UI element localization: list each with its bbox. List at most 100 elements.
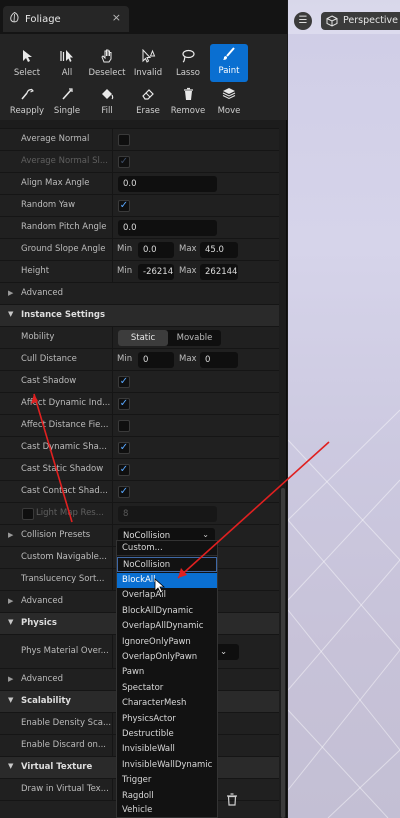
foliage-tab-icon xyxy=(9,11,20,26)
dropdown-option[interactable]: InvisibleWall xyxy=(117,742,217,757)
erase-icon xyxy=(140,84,156,104)
height-max-field[interactable]: 262144 xyxy=(200,264,238,280)
dropdown-option[interactable]: OverlapAllDynamic xyxy=(117,619,217,634)
select-arrow-icon xyxy=(21,46,33,66)
property-label: Translucency Sort... xyxy=(21,574,105,584)
row-light-map-res: Light Map Res... 8 xyxy=(0,502,279,525)
cast-contact-shadow-checkbox[interactable]: ✓ xyxy=(118,486,130,498)
dropdown-option[interactable]: Trigger xyxy=(117,773,217,788)
phys-material-combo-tail[interactable]: ⌄ xyxy=(215,644,239,660)
tool-label: Lasso xyxy=(175,68,200,78)
cull-min-field[interactable]: 0 xyxy=(138,352,174,368)
light-map-res-field[interactable]: 8 xyxy=(118,506,217,522)
affect-distance-checkbox[interactable] xyxy=(118,420,130,432)
dropdown-option[interactable]: CharacterMesh xyxy=(117,696,217,711)
tool-single[interactable]: Single xyxy=(48,84,86,120)
row-mobility: Mobility Static Movable xyxy=(0,326,279,349)
collision-presets-dropdown: Custom... NoCollision BlockAll OverlapAl… xyxy=(116,540,218,818)
trash-icon[interactable] xyxy=(226,793,238,809)
dropdown-option[interactable]: Spectator xyxy=(117,681,217,696)
chevron-down-icon: ⌄ xyxy=(202,530,209,539)
dropdown-option[interactable]: Ragdoll xyxy=(117,789,217,804)
light-map-override-checkbox[interactable] xyxy=(22,508,34,520)
dropdown-option[interactable]: Pawn xyxy=(117,665,217,680)
move-icon xyxy=(221,84,237,104)
tool-erase[interactable]: Erase xyxy=(129,84,167,120)
dropdown-option[interactable]: OverlapAll xyxy=(117,588,217,603)
random-yaw-checkbox[interactable]: ✓ xyxy=(118,200,130,212)
row-cast-static-shadow: Cast Static Shadow ✓ xyxy=(0,458,279,481)
scrollbar-thumb[interactable] xyxy=(281,488,285,818)
cast-dynamic-shadow-checkbox[interactable]: ✓ xyxy=(118,442,130,454)
expand-arrow-icon: ▶ xyxy=(8,597,14,605)
row-average-normal-sharp: Average Normal Sl... ✓ xyxy=(0,150,279,173)
dropdown-option[interactable]: PhysicsActor xyxy=(117,712,217,727)
ground-slope-min-field[interactable]: 0.0 xyxy=(138,242,174,258)
dropdown-option[interactable]: NoCollision xyxy=(117,557,217,573)
property-label: Affect Dynamic Ind... xyxy=(21,398,111,408)
property-label: Ground Slope Angle xyxy=(21,244,106,254)
row-cull-distance: Cull Distance Min 0 Max 0 xyxy=(0,348,279,371)
tool-paint[interactable]: Paint xyxy=(210,44,248,82)
cull-max-field[interactable]: 0 xyxy=(200,352,238,368)
tool-all[interactable]: All xyxy=(48,46,86,82)
tool-move[interactable]: Move xyxy=(210,84,248,120)
tool-deselect[interactable]: Deselect xyxy=(88,46,126,82)
collapse-arrow-icon: ▼ xyxy=(8,310,14,318)
average-normal-checkbox[interactable] xyxy=(118,134,130,146)
tool-lasso[interactable]: Lasso xyxy=(169,46,207,82)
instance-settings-header[interactable]: ▼ Instance Settings xyxy=(0,304,279,326)
tool-invalid[interactable]: Invalid xyxy=(129,46,167,82)
max-label: Max xyxy=(179,266,197,276)
tool-remove[interactable]: Remove xyxy=(169,84,207,120)
foliage-toolbar: Select All Deselect Invalid Lasso Paint … xyxy=(0,34,287,120)
mobility-static-option[interactable]: Static xyxy=(118,330,168,346)
height-min-field[interactable]: -26214 xyxy=(138,264,174,280)
dropdown-option[interactable]: BlockAllDynamic xyxy=(117,604,217,619)
advanced-label: Advanced xyxy=(21,288,63,298)
viewport-menu-icon[interactable]: ☰ xyxy=(294,12,312,30)
align-max-angle-field[interactable]: 0.0 xyxy=(118,176,217,192)
affect-dynamic-checkbox[interactable]: ✓ xyxy=(118,398,130,410)
row-random-yaw: Random Yaw ✓ xyxy=(0,194,279,217)
tab-foliage[interactable]: Foliage × xyxy=(3,6,129,32)
average-normal-sharp-checkbox[interactable]: ✓ xyxy=(118,156,130,168)
dropdown-option[interactable]: BlockAll xyxy=(117,573,217,589)
dropdown-option[interactable]: IgnoreOnlyPawn xyxy=(117,635,217,650)
cast-shadow-checkbox[interactable]: ✓ xyxy=(118,376,130,388)
dropdown-option[interactable]: Destructible xyxy=(117,727,217,742)
min-label: Min xyxy=(117,266,133,276)
dropdown-option[interactable]: Vehicle xyxy=(117,803,217,818)
dropdown-option[interactable]: InvisibleWallDynamic xyxy=(117,758,217,773)
tool-label: Invalid xyxy=(133,68,163,78)
random-pitch-angle-field[interactable]: 0.0 xyxy=(118,220,217,236)
placement-advanced-expander[interactable]: ▶ Advanced xyxy=(0,282,279,304)
row-random-pitch-angle: Random Pitch Angle 0.0 xyxy=(0,216,279,239)
advanced-label: Advanced xyxy=(21,596,63,606)
cast-static-shadow-checkbox[interactable]: ✓ xyxy=(118,464,130,476)
tool-fill[interactable]: Fill xyxy=(88,84,126,120)
dropdown-option[interactable]: OverlapOnlyPawn xyxy=(117,650,217,665)
invalid-cursor-icon xyxy=(140,46,156,66)
row-cast-dynamic-shadow: Cast Dynamic Sha... ✓ xyxy=(0,436,279,459)
expand-arrow-icon: ▶ xyxy=(8,531,14,539)
ground-slope-max-field[interactable]: 45.0 xyxy=(200,242,238,258)
dropdown-option[interactable]: Custom... xyxy=(117,541,217,557)
section-title: Instance Settings xyxy=(21,310,106,320)
property-label: Collision Presets xyxy=(21,530,91,540)
tool-select[interactable]: Select xyxy=(8,46,46,82)
tool-label: Erase xyxy=(136,106,160,116)
perspective-cube-icon xyxy=(326,15,338,27)
max-label: Max xyxy=(179,244,197,254)
row-align-max-angle: Align Max Angle 0.0 xyxy=(0,172,279,195)
row-cast-contact-shadow: Cast Contact Shad... ✓ xyxy=(0,480,279,503)
level-viewport[interactable] xyxy=(288,0,400,818)
tool-label: Deselect xyxy=(88,68,126,78)
tool-reapply[interactable]: Reapply xyxy=(8,84,46,120)
row-height: Height Min -26214 Max 262144 xyxy=(0,260,279,283)
mouse-cursor-icon xyxy=(154,578,166,597)
mobility-movable-option[interactable]: Movable xyxy=(168,330,221,346)
collapse-arrow-icon: ▼ xyxy=(8,618,14,626)
tab-close-icon[interactable]: × xyxy=(112,11,121,24)
tool-label: Fill xyxy=(101,106,113,116)
